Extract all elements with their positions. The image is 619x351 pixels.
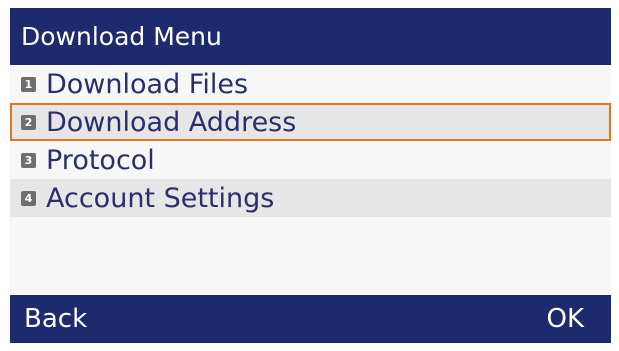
menu-item-download-address[interactable]: 2 Download Address (10, 103, 611, 141)
menu-item-label: Protocol (46, 144, 155, 176)
phone-display: Download Menu 1 Download Files 2 Downloa… (10, 8, 611, 343)
menu-item-protocol[interactable]: 3 Protocol (10, 141, 611, 179)
menu-item-label: Account Settings (46, 182, 275, 214)
menu-item-label: Download Files (46, 68, 249, 100)
menu-empty-row (10, 217, 611, 255)
number-2-icon: 2 (21, 114, 36, 130)
ok-softkey[interactable]: OK (546, 295, 584, 343)
back-softkey[interactable]: Back (24, 295, 87, 343)
number-4-icon: 4 (21, 190, 36, 206)
menu-item-account-settings[interactable]: 4 Account Settings (10, 179, 611, 217)
menu-item-download-files[interactable]: 1 Download Files (10, 65, 611, 103)
menu-title: Download Menu (10, 8, 611, 65)
menu-item-label: Download Address (46, 106, 297, 138)
number-1-icon: 1 (21, 76, 36, 92)
number-3-icon: 3 (21, 152, 36, 168)
softkey-bar: Back OK (10, 295, 611, 343)
